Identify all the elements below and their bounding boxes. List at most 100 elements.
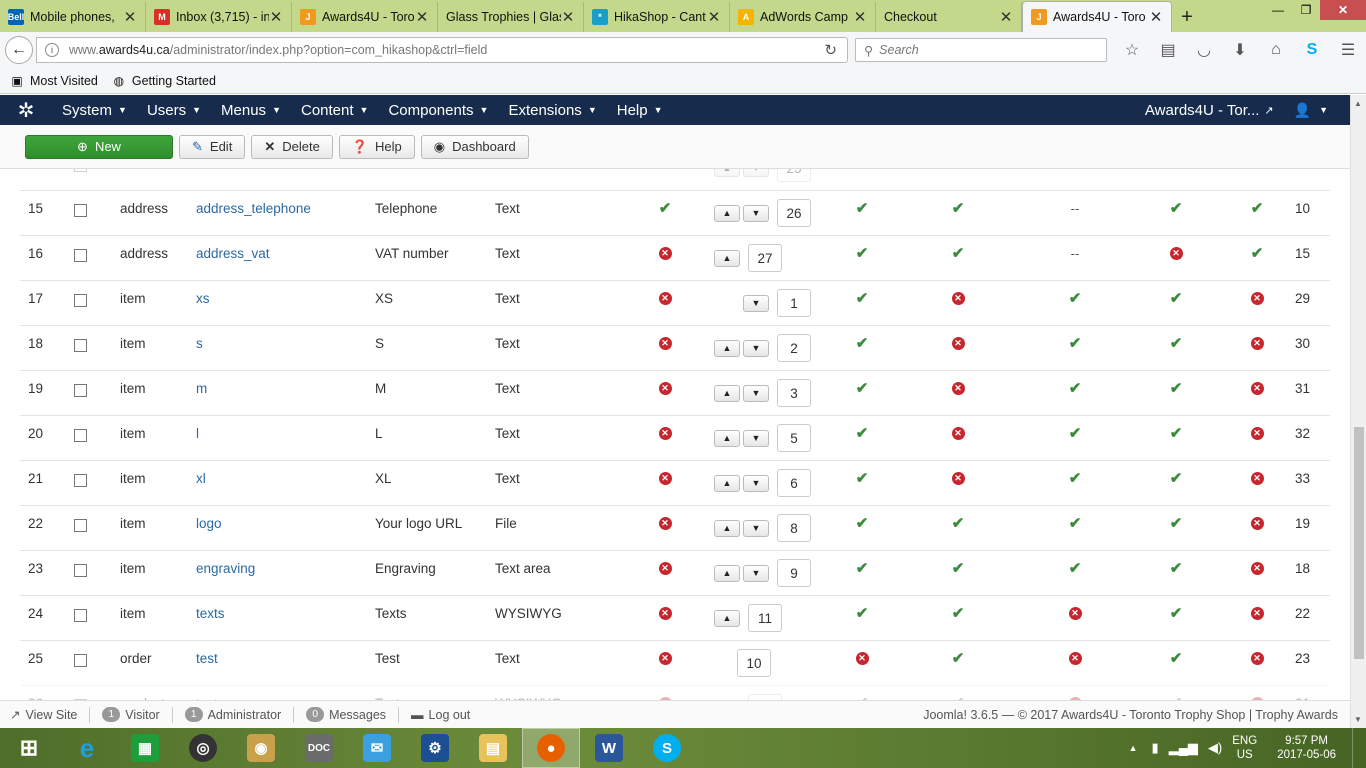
back-button[interactable]: ←	[5, 36, 33, 64]
status-s4[interactable]: --	[1068, 246, 1082, 261]
status-s5[interactable]: ✔	[1169, 560, 1183, 577]
status-s3[interactable]: ✔	[951, 560, 965, 577]
field-column-link[interactable]: m	[196, 381, 207, 396]
ordering-input[interactable]: 11	[748, 604, 782, 632]
browser-tab-0[interactable]: Bell Mobile phones, ✕	[0, 2, 146, 32]
help-button[interactable]: ❓ Help	[338, 134, 415, 159]
joomla-logo-icon[interactable]: ✲	[0, 98, 52, 123]
ordering-input[interactable]: 9	[777, 559, 811, 587]
status-s1[interactable]: ✕	[658, 246, 672, 260]
search-input[interactable]: ⚲ Search	[855, 38, 1107, 62]
status-s6[interactable]: ✔	[1250, 200, 1264, 217]
scrollbar-thumb[interactable]	[1354, 427, 1364, 659]
status-s5[interactable]: ✔	[1169, 515, 1183, 532]
close-icon[interactable]: ✕	[707, 8, 721, 26]
status-s2[interactable]: ✔	[855, 245, 869, 262]
dashboard-button[interactable]: ◉ Dashboard	[420, 134, 529, 159]
row-checkbox[interactable]	[74, 339, 87, 352]
status-s6[interactable]: ✕	[1250, 561, 1264, 575]
menu-icon[interactable]: ☰	[1330, 38, 1366, 62]
status-s5[interactable]: ✔	[1169, 200, 1183, 217]
row-checkbox[interactable]	[74, 564, 87, 577]
taskbar-ie[interactable]: e	[58, 728, 116, 768]
field-column-link[interactable]: address_vat	[196, 246, 270, 261]
browser-tab-7[interactable]: J Awards4U - Toro ✕	[1022, 1, 1172, 32]
restore-button[interactable]: ❐	[1292, 0, 1320, 20]
new-button[interactable]: ⊕ New	[25, 134, 173, 159]
status-s3[interactable]: ✕	[951, 336, 965, 350]
browser-tab-1[interactable]: M Inbox (3,715) - in ✕	[146, 2, 292, 32]
status-s1[interactable]: ✕	[658, 516, 672, 530]
status-s6[interactable]: ✕	[1250, 381, 1264, 395]
status-s6[interactable]: ✕	[1250, 336, 1264, 350]
close-icon[interactable]: ✕	[123, 8, 137, 26]
status-s3[interactable]: ✕	[951, 291, 965, 305]
chevron-up-icon[interactable]: ▲	[714, 384, 740, 402]
status-s6[interactable]: ✔	[1250, 245, 1264, 262]
status-s4[interactable]: --	[1068, 201, 1082, 216]
chevron-down-icon[interactable]: ▼	[743, 429, 769, 447]
chevron-up-icon[interactable]: ▲	[714, 169, 740, 177]
new-tab-button[interactable]: +	[1172, 2, 1202, 32]
close-icon[interactable]: ✕	[269, 8, 283, 26]
row-checkbox[interactable]	[74, 384, 87, 397]
status-s3[interactable]: ✔	[951, 245, 965, 262]
status-s5[interactable]: ✔	[1169, 425, 1183, 442]
status-s1[interactable]: ✕	[658, 606, 672, 620]
row-checkbox[interactable]	[74, 654, 87, 667]
status-s3[interactable]: ✔	[951, 605, 965, 622]
ordering-input[interactable]: 3	[777, 379, 811, 407]
view-site-link[interactable]: ↗ View Site	[10, 707, 77, 723]
ordering-input[interactable]: 26	[777, 199, 811, 227]
status-s5[interactable]: ✔	[1169, 380, 1183, 397]
row-checkbox[interactable]	[74, 249, 87, 262]
status-s4[interactable]: ✕	[1068, 606, 1082, 620]
chevron-up-icon[interactable]: ▲	[714, 429, 740, 447]
status-s3[interactable]: ✕	[951, 381, 965, 395]
logout-link[interactable]: ▬ Log out	[411, 708, 470, 722]
close-icon[interactable]: ✕	[415, 8, 429, 26]
site-link[interactable]: Awards4U - Tor... ↗	[1145, 102, 1294, 119]
close-icon[interactable]: ✕	[561, 8, 575, 26]
url-bar[interactable]: i www. awards4u.ca/administrator/index.ph…	[36, 37, 848, 63]
skype-icon[interactable]: S	[1294, 38, 1330, 62]
status-s4[interactable]: ✔	[1068, 515, 1082, 532]
row-checkbox[interactable]	[74, 609, 87, 622]
taskbar-camera[interactable]: ◉	[232, 728, 290, 768]
status-s3[interactable]: ✕	[951, 471, 965, 485]
chevron-down-icon[interactable]: ▼	[743, 294, 769, 312]
chevron-down-icon[interactable]: ▼	[743, 564, 769, 582]
chevron-down-icon[interactable]: ▼	[743, 384, 769, 402]
row-checkbox[interactable]	[74, 294, 87, 307]
status-s2[interactable]: ✔	[855, 425, 869, 442]
menu-menus[interactable]: Menus ▼	[211, 95, 291, 125]
ordering-input[interactable]: 2	[777, 334, 811, 362]
status-s2[interactable]: ✔	[855, 560, 869, 577]
reload-icon[interactable]: ↻	[824, 41, 837, 59]
field-column-link[interactable]: test	[196, 651, 218, 666]
status-s4[interactable]: ✕	[1068, 651, 1082, 665]
status-s2[interactable]: ✔	[855, 605, 869, 622]
field-column-link[interactable]: l	[196, 426, 199, 441]
field-column-link[interactable]: address_telephone	[196, 201, 311, 216]
status-s2[interactable]: ✔	[855, 380, 869, 397]
chevron-up-icon[interactable]: ▲	[714, 474, 740, 492]
reading-list-icon[interactable]: ▤	[1150, 38, 1186, 62]
status-s2[interactable]: ✔	[855, 290, 869, 307]
show-desktop-button[interactable]	[1352, 728, 1366, 768]
browser-tab-4[interactable]: * HikaShop - Cant ✕	[584, 2, 730, 32]
browser-tab-2[interactable]: J Awards4U - Toro ✕	[292, 2, 438, 32]
signal-icon[interactable]: ▂▄▆	[1169, 740, 1198, 756]
clock[interactable]: 9:57 PM 2017-05-06	[1277, 734, 1336, 762]
language-indicator[interactable]: ENG US	[1232, 734, 1257, 762]
ordering-input[interactable]: 27	[748, 244, 782, 272]
battery-icon[interactable]: ▮	[1152, 740, 1159, 756]
scroll-up-icon[interactable]: ▲	[1354, 99, 1362, 108]
status-s2[interactable]: ✔	[855, 515, 869, 532]
status-s4[interactable]: ✔	[1068, 380, 1082, 397]
status-s1[interactable]: ✕	[658, 426, 672, 440]
taskbar-explorer[interactable]: ▤	[464, 728, 522, 768]
ordering-input[interactable]: 25	[777, 169, 811, 182]
browser-tab-6[interactable]: Checkout ✕	[876, 2, 1022, 32]
status-s6[interactable]: ✕	[1250, 471, 1264, 485]
